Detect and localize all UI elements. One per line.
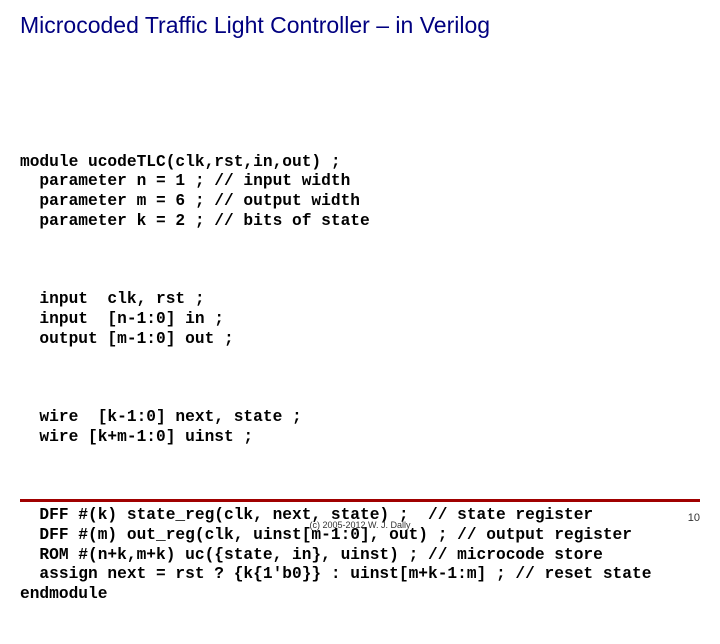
page-number: 10 — [688, 512, 700, 524]
footer-copyright: (c) 2005-2012 W. J. Dally — [0, 520, 720, 530]
slide-title: Microcoded Traffic Light Controller – in… — [20, 12, 700, 39]
footer-rule — [20, 499, 700, 502]
code-paragraph-io: input clk, rst ; input [n-1:0] in ; outp… — [20, 290, 700, 349]
code-paragraph-module: module ucodeTLC(clk,rst,in,out) ; parame… — [20, 153, 700, 232]
slide: Microcoded Traffic Light Controller – in… — [0, 0, 720, 540]
code-block: module ucodeTLC(clk,rst,in,out) ; parame… — [20, 113, 700, 644]
code-paragraph-wires: wire [k-1:0] next, state ; wire [k+m-1:0… — [20, 408, 700, 448]
